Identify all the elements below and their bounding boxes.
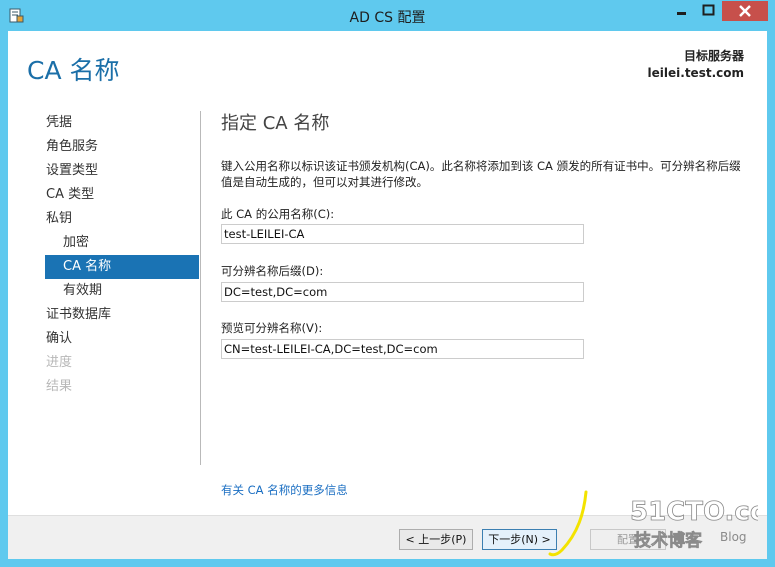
yellow-pen-stroke	[548, 490, 588, 557]
watermark-sub: 技术博客	[634, 530, 703, 551]
title-bar[interactable]: AD CS 配置	[0, 0, 775, 31]
minimize-button[interactable]	[668, 1, 695, 21]
watermark-logo: 51CTO.com 技术博客 Blog	[630, 497, 775, 552]
preview-dn-field[interactable]	[221, 339, 584, 359]
nav-item-role-services[interactable]: 角色服务	[45, 135, 199, 159]
wizard-nav: 凭据 角色服务 设置类型 CA 类型 私钥 加密 CA 名称 有效期 证书数据库…	[45, 111, 199, 399]
minimize-icon	[677, 12, 686, 15]
close-icon	[739, 5, 751, 17]
nav-item-private-key[interactable]: 私钥	[45, 207, 199, 231]
dn-suffix-label: 可分辨名称后缀(D):	[221, 264, 324, 278]
target-server-label: 目标服务器	[683, 49, 744, 63]
nav-item-cryptography[interactable]: 加密	[45, 231, 199, 255]
description-text: 键入公用名称以标识该证书颁发机构(CA)。此名称将添加到该 CA 颁发的所有证书…	[221, 159, 741, 189]
nav-divider	[200, 111, 201, 465]
more-info-link[interactable]: 有关 CA 名称的更多信息	[221, 482, 348, 498]
common-name-input[interactable]	[221, 224, 584, 244]
dn-suffix-input[interactable]	[221, 282, 584, 302]
watermark: 51CTO.com 技术博客 Blog	[628, 494, 775, 554]
nav-item-credentials[interactable]: 凭据	[45, 111, 199, 135]
nav-item-setup-type[interactable]: 设置类型	[45, 159, 199, 183]
nav-item-progress: 进度	[46, 355, 73, 370]
nav-item-validity-period[interactable]: 有效期	[45, 279, 199, 303]
preview-dn-label: 预览可分辨名称(V):	[221, 321, 323, 335]
nav-item-ca-name[interactable]: CA 名称	[45, 255, 199, 279]
watermark-blog: Blog	[720, 530, 747, 544]
nav-item-confirmation[interactable]: 确认	[45, 327, 199, 351]
watermark-site: 51CTO.com	[630, 497, 758, 527]
page-title: CA 名称	[27, 56, 120, 85]
previous-button[interactable]: < 上一步(P)	[399, 529, 473, 550]
maximize-button[interactable]	[695, 1, 722, 21]
nav-item-certificate-database[interactable]: 证书数据库	[45, 303, 199, 327]
maximize-icon	[702, 4, 715, 16]
window-title: AD CS 配置	[349, 10, 426, 26]
section-title: 指定 CA 名称	[221, 113, 330, 134]
wizard-client-area: CA 名称 目标服务器 leilei.test.com 凭据 角色服务 设置类型…	[8, 31, 767, 559]
common-name-label: 此 CA 的公用名称(C):	[221, 207, 335, 221]
target-server-value: leilei.test.com	[647, 66, 744, 80]
close-button[interactable]	[722, 1, 768, 21]
nav-item-ca-type[interactable]: CA 类型	[45, 183, 199, 207]
window-frame: AD CS 配置 CA 名称 目标服务器 leilei.test.com 凭据 …	[0, 0, 775, 567]
nav-item-results: 结果	[46, 379, 73, 394]
